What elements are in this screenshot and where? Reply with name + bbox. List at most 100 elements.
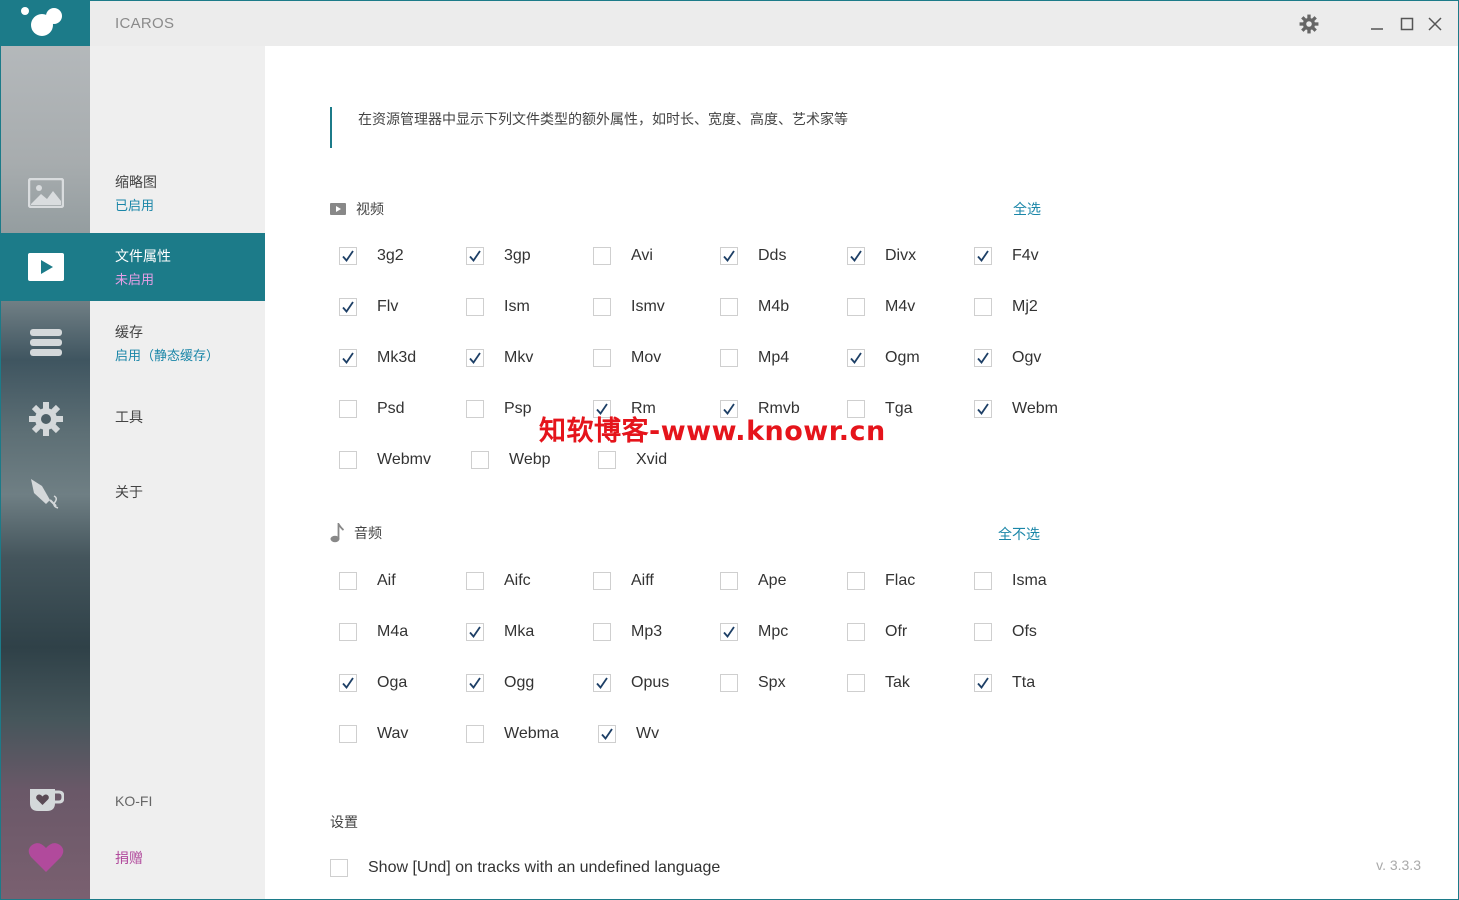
filetype-checkbox-mpc[interactable]: Mpc: [720, 623, 788, 641]
checkbox[interactable]: [974, 247, 992, 265]
filetype-checkbox-ism[interactable]: Ism: [466, 298, 530, 316]
rail-donate-button[interactable]: [1, 823, 90, 891]
checkbox[interactable]: [720, 623, 738, 641]
nav-item-properties[interactable]: 文件属性 未启用: [90, 233, 265, 301]
filetype-checkbox-3g2[interactable]: 3g2: [339, 247, 404, 265]
filetype-checkbox-psp[interactable]: Psp: [466, 400, 532, 418]
nav-item-cache[interactable]: 缓存 启用（静态缓存）: [90, 309, 265, 377]
filetype-checkbox-aiff[interactable]: Aiff: [593, 572, 654, 590]
checkbox[interactable]: [720, 572, 738, 590]
checkbox[interactable]: [720, 349, 738, 367]
checkbox[interactable]: [598, 725, 616, 743]
rail-tools-button[interactable]: [1, 385, 90, 453]
audio-deselect-all-link[interactable]: 全不选: [998, 524, 1040, 544]
filetype-checkbox-webm[interactable]: Webm: [974, 400, 1058, 418]
filetype-checkbox-flac[interactable]: Flac: [847, 572, 915, 590]
rail-about-button[interactable]: [1, 460, 90, 528]
filetype-checkbox-psd[interactable]: Psd: [339, 400, 405, 418]
filetype-checkbox-ogv[interactable]: Ogv: [974, 349, 1041, 367]
checkbox[interactable]: [847, 349, 865, 367]
filetype-checkbox-webmv[interactable]: Webmv: [339, 451, 431, 469]
rail-cache-button[interactable]: [1, 309, 90, 377]
filetype-checkbox-aif[interactable]: Aif: [339, 572, 396, 590]
checkbox[interactable]: [593, 572, 611, 590]
checkbox[interactable]: [339, 451, 357, 469]
filetype-checkbox-webma[interactable]: Webma: [466, 725, 559, 743]
filetype-checkbox-ape[interactable]: Ape: [720, 572, 786, 590]
checkbox[interactable]: [466, 623, 484, 641]
filetype-checkbox-mk3d[interactable]: Mk3d: [339, 349, 416, 367]
filetype-checkbox-tak[interactable]: Tak: [847, 674, 910, 692]
filetype-checkbox-tta[interactable]: Tta: [974, 674, 1035, 692]
filetype-checkbox-ofs[interactable]: Ofs: [974, 623, 1037, 641]
rail-thumbnails-button[interactable]: [1, 159, 90, 227]
filetype-checkbox-avi[interactable]: Avi: [593, 247, 653, 265]
settings-button[interactable]: [1298, 13, 1320, 35]
checkbox[interactable]: [466, 674, 484, 692]
filetype-checkbox-opus[interactable]: Opus: [593, 674, 669, 692]
checkbox[interactable]: [593, 674, 611, 692]
filetype-checkbox-divx[interactable]: Divx: [847, 247, 916, 265]
checkbox[interactable]: [339, 674, 357, 692]
checkbox[interactable]: [339, 623, 357, 641]
filetype-checkbox-f4v[interactable]: F4v: [974, 247, 1039, 265]
checkbox[interactable]: [466, 247, 484, 265]
filetype-checkbox-xvid[interactable]: Xvid: [598, 451, 667, 469]
checkbox[interactable]: [330, 859, 348, 877]
filetype-checkbox-wav[interactable]: Wav: [339, 725, 408, 743]
filetype-checkbox-mj2[interactable]: Mj2: [974, 298, 1038, 316]
filetype-checkbox-dds[interactable]: Dds: [720, 247, 786, 265]
filetype-checkbox-m4v[interactable]: M4v: [847, 298, 915, 316]
checkbox[interactable]: [720, 298, 738, 316]
checkbox[interactable]: [974, 674, 992, 692]
checkbox[interactable]: [593, 349, 611, 367]
nav-item-thumbnails[interactable]: 缩略图 已启用: [90, 159, 265, 227]
checkbox[interactable]: [720, 247, 738, 265]
checkbox[interactable]: [466, 298, 484, 316]
filetype-checkbox-ogg[interactable]: Ogg: [466, 674, 534, 692]
minimize-button[interactable]: [1366, 13, 1388, 35]
checkbox[interactable]: [466, 400, 484, 418]
checkbox[interactable]: [593, 623, 611, 641]
filetype-checkbox-spx[interactable]: Spx: [720, 674, 786, 692]
checkbox[interactable]: [974, 400, 992, 418]
filetype-checkbox-mp4[interactable]: Mp4: [720, 349, 789, 367]
checkbox[interactable]: [847, 298, 865, 316]
filetype-checkbox-flv[interactable]: Flv: [339, 298, 398, 316]
filetype-checkbox-ismv[interactable]: Ismv: [593, 298, 665, 316]
filetype-checkbox-aifc[interactable]: Aifc: [466, 572, 531, 590]
nav-item-about[interactable]: 关于: [115, 482, 143, 502]
filetype-checkbox-mkv[interactable]: Mkv: [466, 349, 533, 367]
checkbox[interactable]: [847, 572, 865, 590]
und-language-option[interactable]: Show [Und] on tracks with an undefined l…: [330, 859, 720, 877]
checkbox[interactable]: [466, 725, 484, 743]
filetype-checkbox-ogm[interactable]: Ogm: [847, 349, 920, 367]
checkbox[interactable]: [593, 247, 611, 265]
nav-item-tools[interactable]: 工具: [115, 407, 143, 427]
checkbox[interactable]: [471, 451, 489, 469]
checkbox[interactable]: [466, 572, 484, 590]
checkbox[interactable]: [339, 298, 357, 316]
checkbox[interactable]: [339, 400, 357, 418]
checkbox[interactable]: [593, 298, 611, 316]
filetype-checkbox-mov[interactable]: Mov: [593, 349, 661, 367]
checkbox[interactable]: [466, 349, 484, 367]
nav-item-donate[interactable]: 捐赠: [115, 848, 143, 868]
checkbox[interactable]: [974, 623, 992, 641]
checkbox[interactable]: [847, 247, 865, 265]
rail-properties-button[interactable]: [1, 233, 90, 301]
checkbox[interactable]: [720, 674, 738, 692]
filetype-checkbox-wv[interactable]: Wv: [598, 725, 659, 743]
close-button[interactable]: [1424, 13, 1446, 35]
checkbox[interactable]: [339, 247, 357, 265]
nav-item-kofi[interactable]: KO-FI: [115, 793, 152, 809]
checkbox[interactable]: [339, 572, 357, 590]
filetype-checkbox-m4b[interactable]: M4b: [720, 298, 789, 316]
checkbox[interactable]: [974, 298, 992, 316]
checkbox[interactable]: [974, 349, 992, 367]
filetype-checkbox-m4a[interactable]: M4a: [339, 623, 408, 641]
checkbox[interactable]: [847, 674, 865, 692]
video-select-all-link[interactable]: 全选: [1013, 199, 1041, 219]
filetype-checkbox-mp3[interactable]: Mp3: [593, 623, 662, 641]
filetype-checkbox-webp[interactable]: Webp: [471, 451, 551, 469]
